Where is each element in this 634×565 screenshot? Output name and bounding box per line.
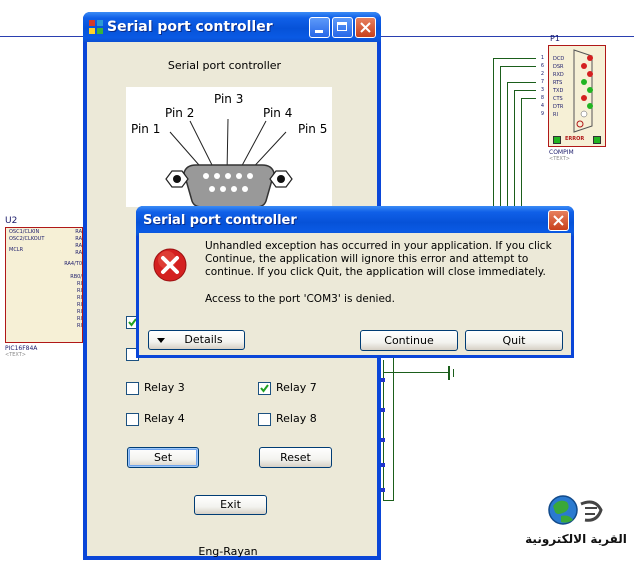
main-window-titlebar[interactable]: Serial port controller	[83, 12, 381, 42]
p1-led-3	[587, 87, 593, 93]
error-dialog: Serial port controller Unhandled excepti…	[136, 206, 574, 358]
wire	[393, 352, 394, 500]
error-dialog-titlebar[interactable]: Serial port controller	[136, 206, 574, 236]
set-button[interactable]: Set	[127, 447, 199, 468]
error-icon	[153, 248, 187, 282]
close-button[interactable]	[355, 17, 376, 38]
p1-connector-graphic	[573, 49, 593, 133]
wire	[493, 58, 536, 59]
wire	[383, 500, 394, 501]
quit-button[interactable]: Quit	[465, 330, 563, 351]
p1-led-1	[587, 55, 593, 61]
error-message: Unhandled exception has occurred in your…	[205, 240, 552, 278]
p1-error-label: ERROR	[565, 136, 585, 142]
pin-5-label: Pin 5	[298, 122, 328, 136]
relay-7-label: Relay 7	[276, 381, 317, 394]
pin-4-label: Pin 4	[263, 106, 293, 120]
checkmark-icon	[260, 384, 269, 393]
main-window-title: Serial port controller	[107, 19, 273, 35]
relay-4-checkbox[interactable]	[126, 413, 139, 426]
pin-3-label: Pin 3	[214, 92, 244, 106]
relay-8-label: Relay 8	[276, 412, 317, 425]
pin-1-label: Pin 1	[131, 122, 161, 136]
details-label: Details	[184, 333, 223, 346]
continue-button[interactable]: Continue	[360, 330, 458, 351]
u2-ref: U2	[5, 216, 18, 226]
p1-text-placeholder: <TEXT>	[549, 156, 570, 162]
reset-button[interactable]: Reset	[259, 447, 332, 468]
capacitor-symbol	[448, 366, 450, 380]
relay-3-checkbox[interactable]	[126, 382, 139, 395]
p1-led-6	[581, 63, 587, 69]
chevron-down-icon	[157, 338, 165, 343]
error-detail: Access to the port 'COM3' is denied.	[205, 293, 395, 305]
wire	[521, 98, 536, 99]
exit-button[interactable]: Exit	[194, 495, 267, 515]
wire	[507, 82, 536, 83]
pin-marker	[381, 408, 385, 412]
relay-8-checkbox[interactable]	[258, 413, 271, 426]
wire	[500, 66, 536, 67]
p1-pin-names: DCD DSR RXD RTS TXD CTS DTR RI	[553, 56, 565, 118]
pin-marker	[381, 463, 385, 467]
u2-pins-right: RA RA RA RA	[75, 229, 82, 256]
pin-marker	[381, 488, 385, 492]
wire	[514, 90, 536, 91]
relay-4-label: Relay 4	[144, 412, 185, 425]
capacitor-symbol-plate	[453, 369, 454, 377]
p1-led-2	[587, 71, 593, 77]
p1-error-led-left	[553, 136, 561, 144]
p1-led-9	[580, 110, 588, 118]
error-dialog-client: Unhandled exception has occurred in your…	[139, 233, 571, 355]
minimize-icon	[315, 30, 323, 33]
close-icon	[553, 215, 564, 226]
pin-marker	[381, 378, 385, 382]
minimize-button[interactable]	[309, 17, 330, 38]
p1-pin-numbers: 1627 3849	[540, 55, 544, 117]
p1-part-name: COMPIM	[549, 149, 574, 156]
p1-led-7	[581, 79, 587, 85]
error-dialog-title: Serial port controller	[143, 213, 297, 228]
p1-error-led-right	[593, 136, 601, 144]
relay-3-label: Relay 3	[144, 381, 185, 394]
globe-logo-icon	[548, 495, 603, 525]
main-heading: Serial port controller	[167, 59, 282, 72]
relay-7-checkbox[interactable]	[258, 382, 271, 395]
maximize-button[interactable]	[332, 17, 353, 38]
details-button[interactable]: Details	[148, 330, 245, 350]
footer-credit: Eng-Rayan	[198, 545, 258, 558]
pin-2-label: Pin 2	[165, 106, 195, 120]
u2-pins-left: OSC1/CLKIN OSC2/CLKOUT MCLR	[9, 229, 45, 253]
pin-marker	[381, 438, 385, 442]
dialog-close-button[interactable]	[548, 210, 569, 231]
u2-text-placeholder: <TEXT>	[5, 352, 26, 358]
db9-diagram: Pin 1 Pin 2 Pin 3 Pin 4 Pin 5	[126, 87, 332, 207]
u2-pins-right-2: RA4/T0 RB0/ RI RI RI RI RI RI RI	[64, 261, 82, 329]
arabic-logo-text: القرية الالكترونية	[525, 532, 627, 546]
p1-ref: P1	[550, 34, 560, 43]
p1-led-4	[587, 103, 593, 109]
maximize-icon	[337, 22, 347, 31]
close-icon	[360, 22, 371, 33]
app-icon	[89, 20, 103, 34]
p1-led-8	[581, 95, 587, 101]
u2-part-name: PIC16F84A	[5, 345, 38, 352]
